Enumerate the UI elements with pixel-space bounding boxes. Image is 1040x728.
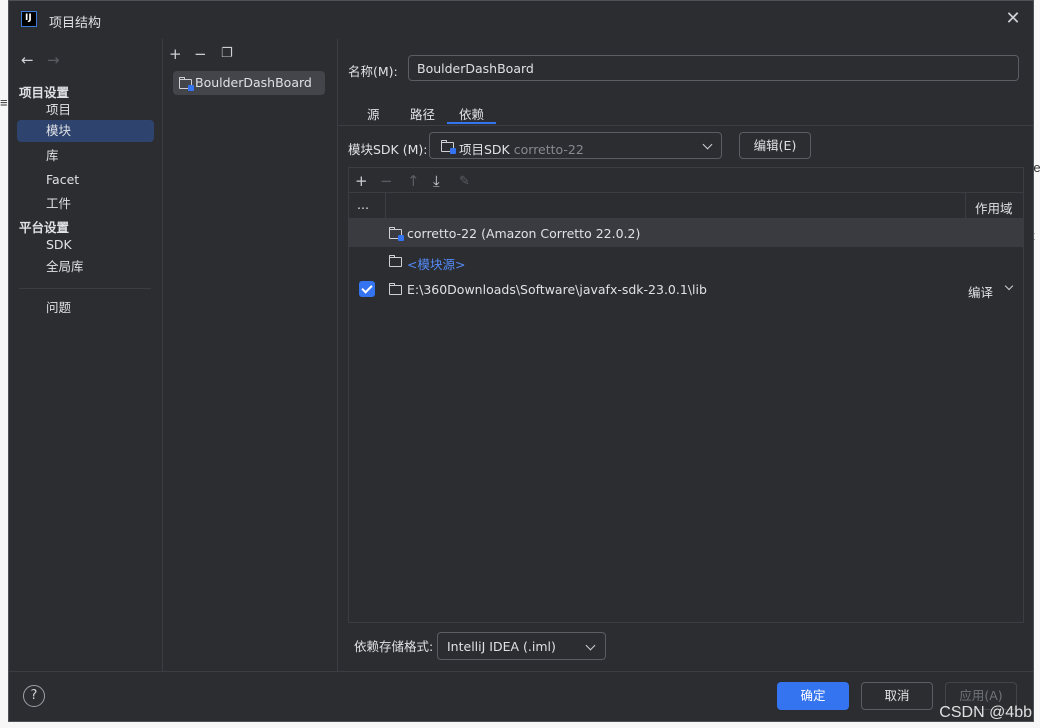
nav-item-artifacts[interactable]: 工件	[17, 193, 154, 215]
nav-item-libraries[interactable]: 库	[17, 145, 154, 167]
dependency-row-module-source[interactable]: <模块源>	[349, 247, 1023, 275]
add-icon[interactable]: +	[169, 45, 182, 63]
move-down-icon[interactable]: ⤓	[433, 172, 440, 190]
chevron-down-icon	[585, 640, 596, 651]
module-sdk-label: 模块SDK (M):	[348, 142, 428, 157]
storage-format-dropdown[interactable]: IntelliJ IDEA (.iml)	[437, 632, 606, 660]
settings-nav: ← → 项目设置 项目 模块 库 Facet 工件 平台设置 SDK 全局库 问…	[9, 39, 163, 671]
nav-item-sdks[interactable]: SDK	[17, 234, 154, 256]
tabs-divider	[338, 125, 1033, 126]
dependency-label: E:\360Downloads\Software\javafx-sdk-23.0…	[407, 282, 707, 297]
dependencies-table: + − ↑ ⤓ ✎ ... 作用域 corretto-22 (Amazon Co…	[348, 167, 1024, 623]
edit-pencil-icon[interactable]: ✎	[459, 174, 470, 189]
watermark: CSDN @4bb	[939, 704, 1032, 721]
cancel-button[interactable]: 取消	[861, 682, 933, 710]
edit-sdk-button[interactable]: 编辑(E)	[739, 132, 811, 159]
module-settings: 名称(M): 源 路径 依赖 模块SDK (M): 项目SDK corretto…	[338, 39, 1033, 671]
forward-arrow-icon[interactable]: →	[47, 51, 60, 69]
scope-value[interactable]: 编译	[968, 282, 993, 301]
background-text: ≡	[0, 95, 8, 110]
remove-dependency-icon[interactable]: −	[380, 172, 393, 190]
nav-item-global-libraries[interactable]: 全局库	[17, 256, 154, 278]
dependency-row-library[interactable]: E:\360Downloads\Software\javafx-sdk-23.0…	[349, 275, 1023, 303]
active-tab-indicator	[447, 122, 496, 124]
project-structure-dialog: IJ 项目结构 ✕ ← → 项目设置 项目 模块 库 Facet 工件 平台设置…	[8, 0, 1034, 722]
tab-sources[interactable]: 源	[367, 104, 380, 123]
module-name-input[interactable]	[408, 55, 1019, 81]
module-list-item[interactable]: BoulderDashBoard	[173, 71, 325, 95]
tab-paths[interactable]: 路径	[410, 104, 435, 123]
sdk-value: 项目SDK	[459, 142, 510, 157]
intellij-app-icon: IJ	[21, 11, 37, 27]
storage-format-value: IntelliJ IDEA (.iml)	[447, 639, 556, 654]
module-sdk-dropdown[interactable]: 项目SDK corretto-22	[429, 132, 722, 159]
copy-icon[interactable]: ❐	[221, 46, 233, 61]
title-bar: IJ 项目结构 ✕	[9, 1, 1033, 39]
header-export-column: ...	[357, 197, 369, 212]
nav-item-modules[interactable]: 模块	[17, 120, 154, 142]
name-label: 名称(M):	[348, 64, 398, 79]
chevron-down-icon[interactable]	[1004, 281, 1014, 291]
remove-icon[interactable]: −	[194, 45, 207, 63]
chevron-down-icon	[702, 139, 713, 150]
module-folder-icon	[179, 77, 194, 91]
nav-item-facets[interactable]: Facet	[17, 169, 154, 191]
footer-divider	[9, 671, 1033, 672]
library-folder-icon	[389, 283, 402, 295]
sdk-folder-icon	[441, 140, 456, 154]
nav-divider	[19, 288, 151, 289]
help-icon[interactable]: ?	[23, 685, 45, 707]
module-list-pane: + − ❐ BoulderDashBoard	[163, 39, 338, 671]
sdk-folder-icon	[389, 227, 404, 241]
tab-dependencies[interactable]: 依赖	[459, 104, 484, 123]
move-up-icon[interactable]: ↑	[407, 172, 420, 190]
module-name: BoulderDashBoard	[195, 75, 312, 90]
add-dependency-icon[interactable]: +	[355, 172, 368, 190]
dependency-row-sdk[interactable]: corretto-22 (Amazon Corretto 22.0.2)	[349, 219, 1023, 247]
dependencies-header: ... 作用域	[349, 192, 1023, 219]
sdk-hint: corretto-22	[513, 142, 584, 157]
ok-button[interactable]: 确定	[777, 682, 849, 710]
source-folder-icon	[389, 255, 402, 267]
nav-item-project[interactable]: 项目	[17, 99, 154, 121]
dependency-label: <模块源>	[407, 257, 466, 272]
storage-format-label: 依赖存储格式:	[354, 639, 434, 654]
dependency-label: corretto-22 (Amazon Corretto 22.0.2)	[407, 226, 641, 241]
close-icon[interactable]: ✕	[1003, 9, 1023, 29]
back-arrow-icon[interactable]: ←	[21, 51, 34, 69]
export-checkbox[interactable]	[359, 281, 375, 297]
header-scope-column: 作用域	[975, 201, 1013, 216]
dialog-title: 项目结构	[49, 16, 102, 31]
nav-item-problems[interactable]: 问题	[17, 297, 154, 319]
